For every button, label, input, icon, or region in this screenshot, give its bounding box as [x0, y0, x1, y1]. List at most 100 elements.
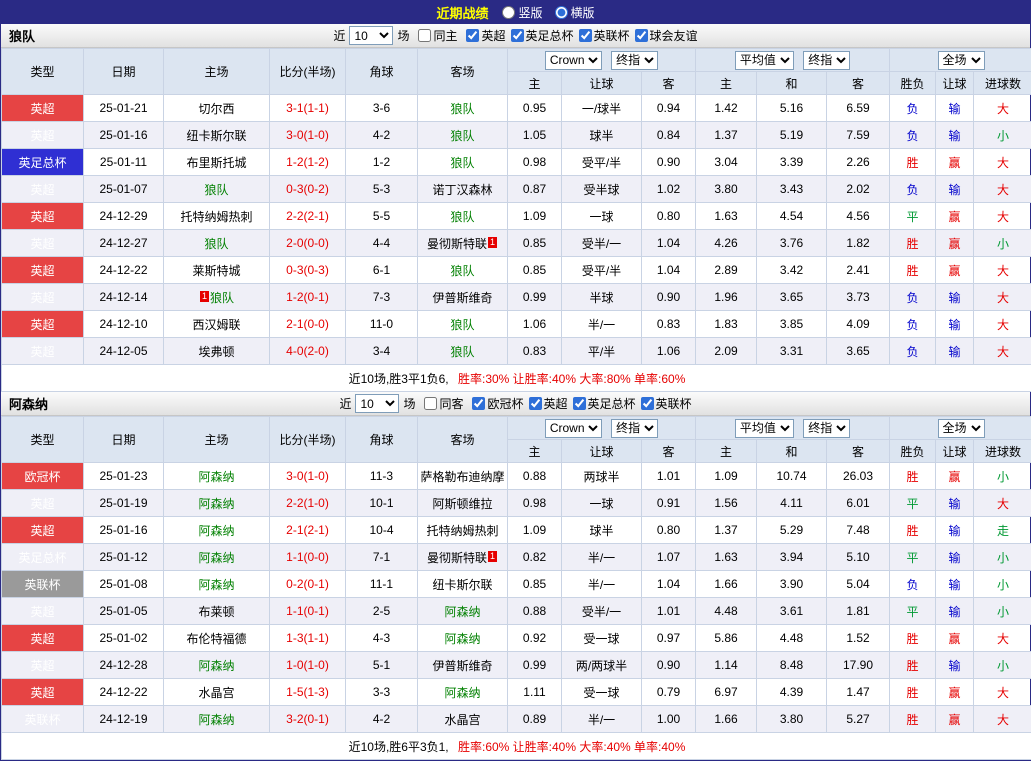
league-filter[interactable]: 欧冠杯 — [472, 395, 523, 412]
team-link[interactable]: 阿森纳 — [444, 605, 480, 619]
match-score[interactable]: 3-1(1-1) — [270, 95, 346, 122]
league-checkbox[interactable] — [579, 29, 592, 42]
match-row: 英足总杯25-01-12阿森纳1-1(0-0)7-1曼彻斯特联10.82半/一1… — [2, 544, 1031, 571]
team-link[interactable]: 水晶宫 — [198, 686, 234, 700]
scope-select[interactable]: 全场 — [938, 419, 985, 438]
same-venue-checkbox[interactable] — [418, 29, 431, 42]
match-score[interactable]: 2-1(2-1) — [270, 517, 346, 544]
handicap-line: 受半/一 — [562, 230, 642, 257]
odds-source-select[interactable]: Crown — [545, 419, 602, 438]
team-link[interactable]: 狼队 — [210, 291, 234, 305]
league-checkbox[interactable] — [511, 29, 524, 42]
team-link[interactable]: 狼队 — [450, 156, 474, 170]
layout-radio[interactable] — [555, 6, 568, 19]
team-link[interactable]: 托特纳姆热刺 — [426, 524, 498, 538]
league-checkbox[interactable] — [529, 397, 542, 410]
team-link[interactable]: 布伦特福德 — [186, 632, 246, 646]
team-link[interactable]: 阿森纳 — [198, 713, 234, 727]
match-score[interactable]: 3-0(1-0) — [270, 463, 346, 490]
match-score[interactable]: 1-3(1-1) — [270, 625, 346, 652]
match-count-select[interactable]: 10 — [355, 394, 399, 413]
match-score[interactable]: 1-1(0-1) — [270, 598, 346, 625]
team-link[interactable]: 阿森纳 — [198, 497, 234, 511]
col-score: 比分(半场) — [270, 49, 346, 95]
match-score[interactable]: 1-5(1-3) — [270, 679, 346, 706]
team-link[interactable]: 狼队 — [450, 129, 474, 143]
league-checkbox[interactable] — [635, 29, 648, 42]
same-venue-filter[interactable]: 同客 — [424, 395, 463, 412]
league-checkbox[interactable] — [472, 397, 485, 410]
match-score[interactable]: 1-0(1-0) — [270, 652, 346, 679]
league-filter[interactable]: 球会友谊 — [635, 27, 698, 44]
layout-option[interactable]: 横版 — [555, 4, 595, 21]
team-link[interactable]: 伊普斯维奇 — [432, 659, 492, 673]
team-link[interactable]: 狼队 — [450, 345, 474, 359]
handicap-odds-home: 1.06 — [508, 311, 562, 338]
team-link[interactable]: 诺丁汉森林 — [432, 183, 492, 197]
same-venue-filter[interactable]: 同主 — [418, 27, 457, 44]
team-link[interactable]: 萨格勒布迪纳摩 — [420, 470, 504, 484]
match-score[interactable]: 2-2(2-1) — [270, 203, 346, 230]
team-link[interactable]: 狼队 — [450, 210, 474, 224]
team-link[interactable]: 狼队 — [204, 237, 228, 251]
league-filter[interactable]: 英联杯 — [579, 27, 630, 44]
team-link[interactable]: 阿森纳 — [198, 470, 234, 484]
match-score[interactable]: 1-2(1-2) — [270, 149, 346, 176]
team-link[interactable]: 狼队 — [204, 183, 228, 197]
odds-source-select[interactable]: Crown — [545, 51, 602, 70]
league-filter[interactable]: 英超 — [466, 27, 505, 44]
league-filter[interactable]: 英联杯 — [641, 395, 692, 412]
match-score[interactable]: 2-2(1-0) — [270, 490, 346, 517]
avg-source-select[interactable]: 平均值 — [735, 419, 794, 438]
team-link[interactable]: 阿森纳 — [198, 551, 234, 565]
match-score[interactable]: 0-2(0-1) — [270, 571, 346, 598]
team-link[interactable]: 西汉姆联 — [192, 318, 240, 332]
same-venue-checkbox[interactable] — [424, 397, 437, 410]
team-link[interactable]: 狼队 — [450, 264, 474, 278]
team-link[interactable]: 狼队 — [450, 318, 474, 332]
league-filter[interactable]: 英超 — [529, 395, 568, 412]
league-checkbox[interactable] — [573, 397, 586, 410]
league-checkbox[interactable] — [466, 29, 479, 42]
team-link[interactable]: 曼彻斯特联 — [427, 551, 487, 565]
league-checkbox[interactable] — [641, 397, 654, 410]
match-score[interactable]: 1-1(0-0) — [270, 544, 346, 571]
team-link[interactable]: 切尔西 — [198, 102, 234, 116]
match-score[interactable]: 0-3(0-2) — [270, 176, 346, 203]
team-link[interactable]: 阿森纳 — [198, 659, 234, 673]
team-link[interactable]: 莱斯特城 — [192, 264, 240, 278]
team-link[interactable]: 纽卡斯尔联 — [186, 129, 246, 143]
odds-final-select[interactable]: 终指 — [611, 419, 658, 438]
layout-option[interactable]: 竖版 — [502, 4, 542, 21]
team-link[interactable]: 托特纳姆热刺 — [180, 210, 252, 224]
team-link[interactable]: 布里斯托城 — [186, 156, 246, 170]
match-score[interactable]: 1-2(0-1) — [270, 284, 346, 311]
scope-select[interactable]: 全场 — [938, 51, 985, 70]
match-score[interactable]: 3-2(0-1) — [270, 706, 346, 733]
team-link[interactable]: 纽卡斯尔联 — [432, 578, 492, 592]
match-score[interactable]: 2-1(0-0) — [270, 311, 346, 338]
avg-final-select[interactable]: 终指 — [803, 51, 850, 70]
avg-source-select[interactable]: 平均值 — [735, 51, 794, 70]
team-link[interactable]: 伊普斯维奇 — [432, 291, 492, 305]
team-link[interactable]: 阿森纳 — [198, 578, 234, 592]
match-score[interactable]: 4-0(2-0) — [270, 338, 346, 365]
team-link[interactable]: 曼彻斯特联 — [427, 237, 487, 251]
team-link[interactable]: 布莱顿 — [198, 605, 234, 619]
team-link[interactable]: 阿森纳 — [444, 632, 480, 646]
match-score[interactable]: 3-0(1-0) — [270, 122, 346, 149]
team-link[interactable]: 狼队 — [450, 102, 474, 116]
team-link[interactable]: 阿斯顿维拉 — [432, 497, 492, 511]
league-filter[interactable]: 英足总杯 — [573, 395, 636, 412]
avg-final-select[interactable]: 终指 — [803, 419, 850, 438]
match-score[interactable]: 0-3(0-3) — [270, 257, 346, 284]
team-link[interactable]: 阿森纳 — [444, 686, 480, 700]
odds-final-select[interactable]: 终指 — [611, 51, 658, 70]
layout-radio[interactable] — [502, 6, 515, 19]
match-count-select[interactable]: 10 — [349, 26, 393, 45]
league-filter[interactable]: 英足总杯 — [511, 27, 574, 44]
team-link[interactable]: 阿森纳 — [198, 524, 234, 538]
team-link[interactable]: 埃弗顿 — [198, 345, 234, 359]
team-link[interactable]: 水晶宫 — [444, 713, 480, 727]
match-score[interactable]: 2-0(0-0) — [270, 230, 346, 257]
